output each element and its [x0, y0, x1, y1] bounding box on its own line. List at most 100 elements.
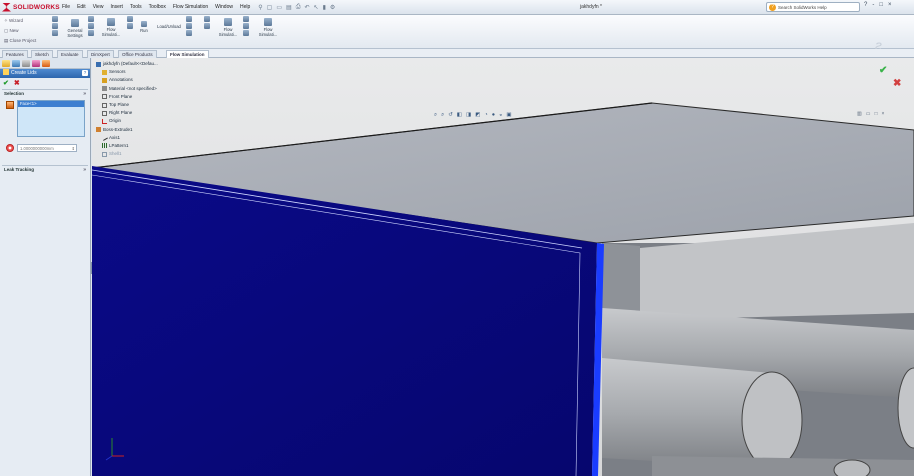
- tool-icon: [88, 23, 94, 29]
- view-settings-icon[interactable]: ▣: [506, 112, 511, 119]
- configuration-manager-tab-icon[interactable]: [22, 60, 30, 67]
- run-button[interactable]: Run: [137, 21, 151, 33]
- tree-item-lpattern[interactable]: LPattern1: [96, 142, 158, 150]
- feature-manager-tab-icon[interactable]: [2, 60, 10, 67]
- previous-view-icon[interactable]: ↺: [448, 112, 453, 119]
- plane-icon: [102, 110, 107, 116]
- tab-sketch[interactable]: Sketch: [31, 50, 53, 58]
- menu-help[interactable]: Help: [240, 4, 250, 10]
- tree-item-material[interactable]: Material <not specified>: [96, 85, 158, 93]
- tree-item-annotations[interactable]: Annotations: [96, 76, 158, 84]
- tree-item-label: Right Plane: [109, 110, 133, 116]
- tree-item-part[interactable]: jakhdyfn (Default<<Defau...: [96, 60, 158, 68]
- ribbon-small-tools-1[interactable]: [52, 16, 58, 37]
- cancel-x-icon[interactable]: ✖: [14, 80, 20, 87]
- collapse-chevron-icon[interactable]: »: [83, 90, 86, 98]
- close-project-button[interactable]: ▤ Close Project: [4, 38, 36, 44]
- tree-item-right-plane[interactable]: Right Plane: [96, 109, 158, 117]
- undo-icon[interactable]: ↶: [305, 4, 310, 11]
- maximize-button[interactable]: □: [879, 2, 883, 8]
- menu-toolbox[interactable]: Toolbox: [149, 4, 166, 10]
- flow-simulation-label: Flow Simulati...: [258, 27, 278, 37]
- viewport-close-icon[interactable]: ×: [882, 111, 885, 117]
- menu-insert[interactable]: Insert: [110, 4, 123, 10]
- shell-icon: [102, 151, 107, 157]
- flow-simulation-button-2[interactable]: Flow Simulati...: [216, 18, 240, 37]
- hide-show-items-icon[interactable]: ◔: [484, 112, 487, 119]
- confirmation-ok-icon[interactable]: ✔: [879, 65, 887, 76]
- menu-edit[interactable]: Edit: [77, 4, 86, 10]
- menu-tools[interactable]: Tools: [130, 4, 142, 10]
- view-orientation-icon[interactable]: ◨: [466, 112, 471, 119]
- tree-item-origin[interactable]: Origin: [96, 117, 158, 125]
- ribbon-small-tools-2[interactable]: [88, 16, 94, 37]
- tab-features[interactable]: Features: [2, 50, 28, 58]
- lid-thickness-input[interactable]: 1.0000000000mm ⇕: [17, 144, 77, 152]
- ribbon-small-tools-3[interactable]: [127, 16, 133, 30]
- tree-item-front-plane[interactable]: Front Plane: [96, 93, 158, 101]
- print-icon[interactable]: ⎙: [296, 4, 301, 11]
- tab-office-products[interactable]: Office Products: [118, 50, 157, 58]
- ribbon-small-tools-4[interactable]: [186, 16, 192, 37]
- options-icon[interactable]: ⚙: [330, 4, 335, 11]
- pin-icon[interactable]: ⚲: [258, 4, 262, 11]
- tab-evaluate[interactable]: Evaluate: [57, 50, 83, 58]
- viewport-maximize-icon[interactable]: □: [874, 111, 877, 117]
- open-icon[interactable]: ▭: [276, 4, 282, 11]
- flow-simulation-icon: [107, 18, 115, 26]
- faces-selection-list[interactable]: Face<1>: [17, 100, 85, 137]
- display-style-icon[interactable]: ◩: [475, 112, 480, 119]
- flow-analysis-tab-icon[interactable]: [42, 60, 50, 67]
- dimxpert-tab-icon[interactable]: [32, 60, 40, 67]
- section-view-icon[interactable]: ◧: [457, 112, 462, 119]
- tree-item-boss-extrude[interactable]: Boss-Extrude1: [96, 126, 158, 134]
- scene-icon[interactable]: ◒: [499, 112, 502, 119]
- flow-simulation-button-1[interactable]: Flow Simulati...: [98, 18, 124, 37]
- menu-view[interactable]: View: [93, 4, 104, 10]
- help-search-box[interactable]: ? Search SolidWorks Help: [766, 2, 860, 12]
- ribbon-small-tools-5[interactable]: [204, 16, 210, 30]
- save-icon[interactable]: ▤: [286, 4, 292, 11]
- pm-help-icon[interactable]: ?: [82, 70, 88, 76]
- flow-simulation-button-3[interactable]: Flow Simulati...: [256, 18, 280, 37]
- ok-check-icon[interactable]: ✔: [3, 80, 9, 87]
- tree-item-axis[interactable]: Axis1: [96, 134, 158, 142]
- new-document-icon[interactable]: ▢: [267, 4, 273, 11]
- tree-item-top-plane[interactable]: Top Plane: [96, 101, 158, 109]
- spinner-icon[interactable]: ⇕: [72, 145, 75, 152]
- rebuild-icon[interactable]: ▮: [323, 4, 326, 11]
- load-unload-button[interactable]: Load/Unload: [153, 24, 185, 29]
- graphics-viewport[interactable]: jakhdyfn (Default<<Defau... Sensors Anno…: [92, 58, 914, 476]
- wizard-button[interactable]: ✧ Wizard: [4, 18, 23, 24]
- expand-chevron-icon[interactable]: »: [83, 166, 86, 174]
- menu-flow-simulation[interactable]: Flow Simulation: [173, 4, 208, 10]
- selected-face-item[interactable]: Face<1>: [18, 101, 84, 107]
- tab-flow-simulation[interactable]: Flow Simulation: [166, 50, 209, 58]
- tool-icon: [52, 23, 58, 29]
- viewport-restore-icon[interactable]: ▭: [866, 111, 871, 117]
- tree-item-sensors[interactable]: Sensors: [96, 68, 158, 76]
- select-icon[interactable]: ↖: [314, 4, 319, 11]
- general-settings-button[interactable]: General Settings: [64, 19, 86, 38]
- tree-item-label: Axis1: [109, 134, 121, 140]
- leak-tracking-header[interactable]: Leak Tracking »: [2, 166, 88, 174]
- confirmation-cancel-icon[interactable]: ✖: [893, 78, 901, 89]
- zoom-area-icon[interactable]: ⌕: [441, 112, 444, 119]
- tree-item-shell[interactable]: Shell1: [96, 150, 158, 158]
- tree-item-label: Material <not specified>: [109, 85, 157, 91]
- help-icon: ?: [769, 3, 776, 11]
- help-button[interactable]: ?: [864, 2, 867, 8]
- property-manager-tab-icon[interactable]: [12, 60, 20, 67]
- solidworks-logo[interactable]: SOLIDWORKS: [0, 0, 62, 15]
- viewport-tile-icon[interactable]: ▥: [857, 111, 862, 117]
- minimize-button[interactable]: -: [872, 2, 874, 8]
- close-button[interactable]: ×: [888, 2, 892, 8]
- zoom-to-fit-icon[interactable]: ⌕: [434, 112, 437, 119]
- tab-dimxpert[interactable]: DimXpert: [87, 50, 114, 58]
- menu-file[interactable]: File: [62, 4, 70, 10]
- menu-window[interactable]: Window: [215, 4, 233, 10]
- selection-group-header[interactable]: Selection »: [2, 90, 88, 98]
- appearance-icon[interactable]: ●: [492, 112, 495, 119]
- ribbon-small-tools-6[interactable]: [243, 16, 249, 37]
- new-project-button[interactable]: ▢ New: [4, 28, 19, 34]
